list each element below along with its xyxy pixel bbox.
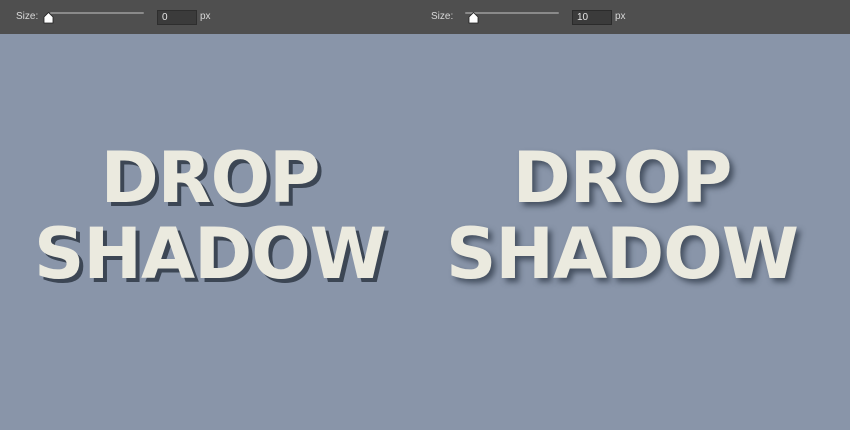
size-label: Size: — [431, 11, 454, 22]
size-label: Size: — [16, 11, 39, 22]
size-slider-track[interactable] — [50, 12, 144, 14]
text-line-drop: DROP — [100, 137, 321, 219]
size-slider-thumb[interactable] — [468, 12, 479, 24]
size-input[interactable] — [157, 10, 197, 25]
size-slider-track[interactable] — [465, 12, 559, 14]
unit-label: px — [200, 11, 211, 22]
text-line-shadow: SHADOW — [446, 213, 799, 295]
options-toolbar: Size: px Size: px — [0, 0, 850, 34]
size-input[interactable] — [572, 10, 612, 25]
text-line-drop: DROP — [512, 137, 733, 219]
unit-label: px — [615, 11, 626, 22]
text-line-shadow: SHADOW — [34, 213, 387, 295]
drop-shadow-text-soft[interactable]: DROP SHADOW — [440, 140, 800, 292]
size-slider-thumb[interactable] — [43, 12, 54, 24]
drop-shadow-text-hard[interactable]: DROP SHADOW — [28, 140, 388, 292]
